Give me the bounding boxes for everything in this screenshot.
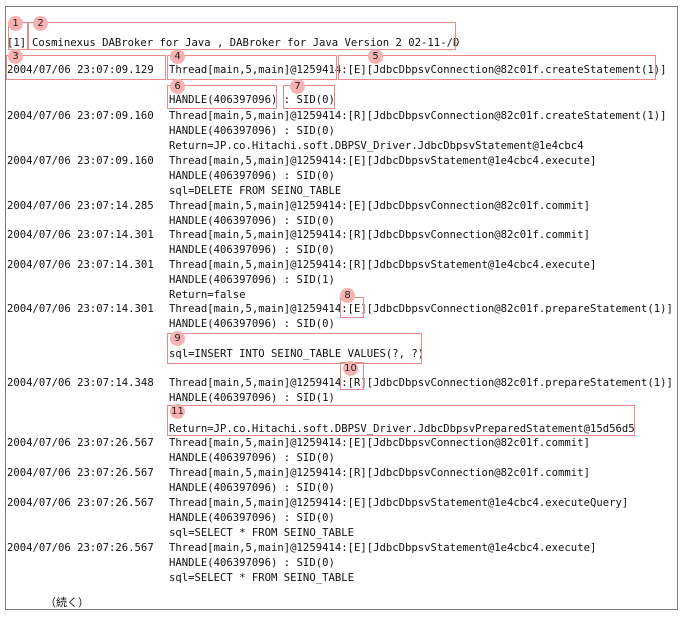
badge-11: 11	[170, 404, 185, 419]
log-line: Thread[main,5,main]@1259414:[E][JdbcDbps…	[169, 155, 597, 167]
log-line: Thread[main,5,main]@1259414:[E][JdbcDbps…	[169, 437, 590, 449]
badge-9: 9	[170, 331, 185, 346]
log-line: Thread[main,5,main]@1259414:[E][JdbcDbps…	[169, 303, 673, 315]
highlight-box-11	[167, 405, 635, 436]
continued-label: （続く）	[45, 596, 89, 609]
log-line: Thread[main,5,main]@1259414:[R][JdbcDbps…	[169, 110, 667, 122]
log-timestamp: 2004/07/06 23:07:14.285	[7, 200, 154, 212]
log-line: Return=JP.co.Hitachi.soft.DBPSV_Driver.J…	[169, 140, 584, 152]
log-timestamp: 2004/07/06 23:07:09.160	[7, 110, 154, 122]
badge-10: 10	[343, 361, 358, 376]
badge-2: 2	[33, 16, 48, 31]
log-line: sql=SELECT * FROM SEINO_TABLE	[169, 572, 354, 584]
log-line: HANDLE(406397096) : SID(0)	[169, 244, 335, 256]
log-line: HANDLE(406397096) : SID(0)	[169, 512, 335, 524]
log-line: HANDLE(406397096) : SID(0)	[169, 215, 335, 227]
badge-8: 8	[340, 288, 355, 303]
log-line: HANDLE(406397096) : SID(0)	[169, 557, 335, 569]
badge-5: 5	[368, 49, 383, 64]
badge-1: 1	[8, 16, 23, 31]
log-line: sql=DELETE FROM SEINO_TABLE	[169, 185, 342, 197]
highlight-box-4	[167, 55, 337, 80]
log-timestamp: 2004/07/06 23:07:14.301	[7, 259, 154, 271]
badge-7: 7	[290, 79, 305, 94]
log-line: HANDLE(406397096) : SID(0)	[169, 452, 335, 464]
log-timestamp: 2004/07/06 23:07:26.567	[7, 497, 154, 509]
log-timestamp: 2004/07/06 23:07:09.160	[7, 155, 154, 167]
log-line: Return=false	[169, 289, 246, 301]
highlight-box-5	[338, 55, 656, 80]
log-line: Thread[main,5,main]@1259414:[E][JdbcDbps…	[169, 497, 629, 509]
log-timestamp: 2004/07/06 23:07:14.348	[7, 377, 154, 389]
log-line: Thread[main,5,main]@1259414:[R][JdbcDbps…	[169, 229, 590, 241]
log-line: Thread[main,5,main]@1259414:[R][JdbcDbps…	[169, 467, 590, 479]
log-timestamp: 2004/07/06 23:07:14.301	[7, 303, 154, 315]
badge-4: 4	[170, 49, 185, 64]
log-timestamp: 2004/07/06 23:07:14.301	[7, 229, 154, 241]
log-line: Thread[main,5,main]@1259414:[E][JdbcDbps…	[169, 542, 597, 554]
highlight-box-9	[167, 333, 422, 364]
log-line: HANDLE(406397096) : SID(0)	[169, 318, 335, 330]
badge-6: 6	[170, 79, 185, 94]
log-timestamp: 2004/07/06 23:07:26.567	[7, 542, 154, 554]
log-line: Thread[main,5,main]@1259414:[R][JdbcDbps…	[169, 377, 673, 389]
log-timestamp: 2004/07/06 23:07:26.567	[7, 467, 154, 479]
log-line: sql=SELECT * FROM SEINO_TABLE	[169, 527, 354, 539]
log-line: HANDLE(406397096) : SID(0)	[169, 125, 335, 137]
log-line: HANDLE(406397096) : SID(0)	[169, 482, 335, 494]
log-timestamp: 2004/07/06 23:07:26.567	[7, 437, 154, 449]
log-line: HANDLE(406397096) : SID(1)	[169, 392, 335, 404]
badge-3: 3	[8, 49, 23, 64]
log-line: Thread[main,5,main]@1259414:[R][JdbcDbps…	[169, 259, 597, 271]
log-line: HANDLE(406397096) : SID(0)	[169, 170, 335, 182]
log-line: Thread[main,5,main]@1259414:[E][JdbcDbps…	[169, 200, 590, 212]
highlight-box-3	[6, 55, 166, 80]
log-line: HANDLE(406397096) : SID(1)	[169, 274, 335, 286]
highlight-box-2	[28, 22, 456, 50]
